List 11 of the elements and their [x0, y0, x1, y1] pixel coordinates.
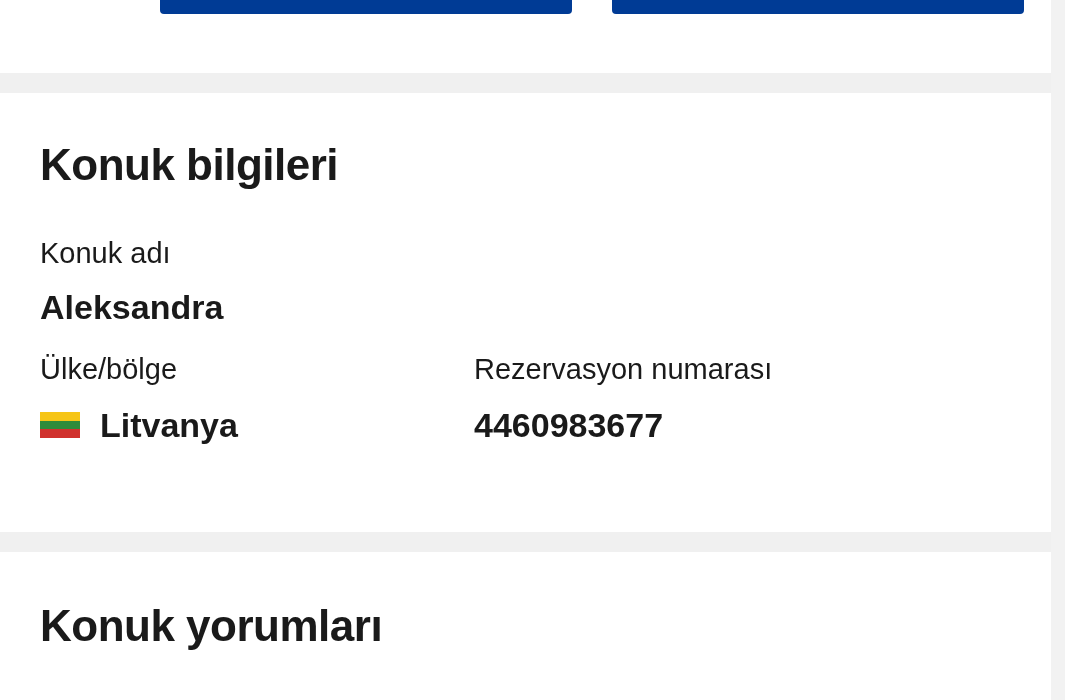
field-value: Litvanya	[100, 405, 238, 445]
section-title: Konuk bilgileri	[40, 139, 340, 191]
lithuania-flag-icon	[40, 412, 80, 438]
section-title: Konuk yorumları	[40, 600, 384, 652]
field-label: Ülke/bölge	[40, 352, 179, 387]
field-value: 4460983677	[474, 405, 665, 445]
action-button[interactable]	[160, 0, 572, 14]
field-value: Aleksandra	[40, 287, 225, 327]
field-label: Rezervasyon numarası	[474, 352, 773, 387]
action-button[interactable]	[612, 0, 1024, 14]
field-label: Konuk adı	[40, 236, 172, 271]
